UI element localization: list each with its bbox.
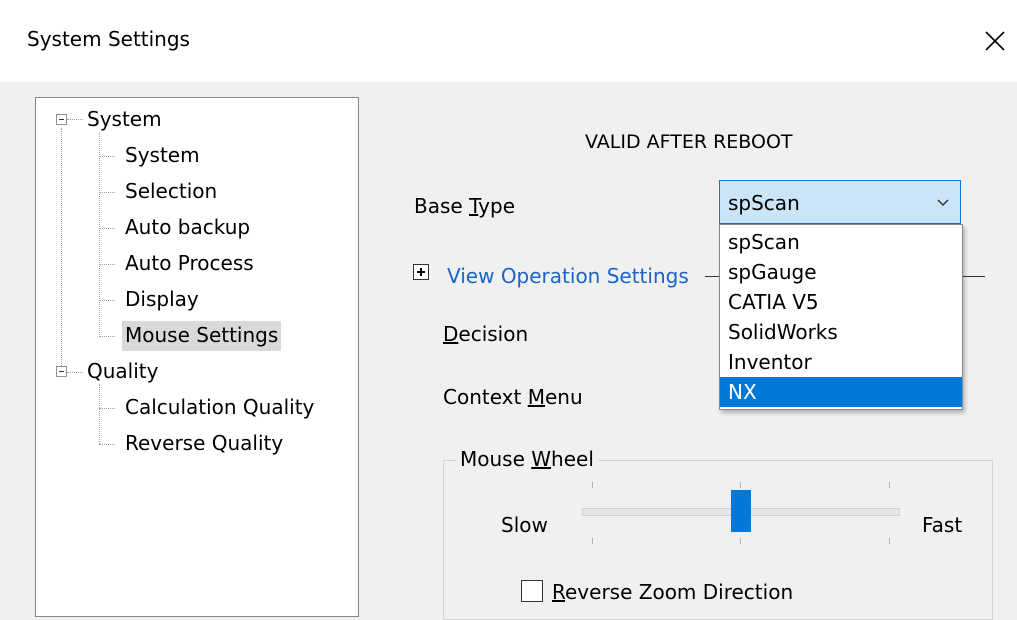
option-spgauge[interactable]: spGauge	[720, 257, 962, 287]
tree-node-system[interactable]: System	[122, 141, 203, 171]
reverse-zoom-checkbox[interactable]	[521, 580, 543, 602]
slider-tick	[889, 538, 890, 544]
base-type-value: spScan	[728, 191, 800, 215]
base-type-label: Base Type	[414, 194, 516, 218]
slider-tick	[889, 482, 890, 488]
section-title: VALID AFTER REBOOT	[585, 131, 793, 153]
option-inventor[interactable]: Inventor	[720, 347, 962, 377]
tree-node-quality-group[interactable]: Quality	[84, 357, 161, 387]
tree-node-auto-process[interactable]: Auto Process	[122, 249, 257, 279]
tree-connector	[99, 228, 115, 229]
mouse-wheel-legend: Mouse Wheel	[456, 447, 598, 471]
chevron-down-icon	[937, 199, 949, 207]
window-title: System Settings	[27, 27, 190, 51]
tree-connector	[61, 128, 62, 372]
close-icon	[985, 31, 1005, 51]
tree-node-system-group[interactable]: System	[84, 105, 165, 135]
option-nx[interactable]: NX	[720, 377, 962, 407]
option-spscan[interactable]: spScan	[720, 227, 962, 257]
tree-connector	[99, 384, 100, 444]
tree-connector	[99, 408, 115, 409]
slider-tick	[740, 538, 741, 544]
tree-connector	[99, 300, 115, 301]
settings-tree[interactable]: System System Selection Auto backup Auto…	[35, 97, 359, 617]
base-type-combobox[interactable]: spScan	[719, 180, 961, 224]
decision-label: Decision	[443, 322, 529, 346]
option-solidworks[interactable]: SolidWorks	[720, 317, 962, 347]
view-operation-settings-link[interactable]: View Operation Settings	[447, 264, 689, 288]
separator-line	[705, 276, 719, 277]
tree-connector	[67, 119, 83, 120]
slider-tick	[592, 482, 593, 488]
tree-node-display[interactable]: Display	[122, 285, 202, 315]
base-type-dropdown-list[interactable]: spScan spGauge CATIA V5 SolidWorks Inven…	[719, 224, 963, 410]
expand-icon[interactable]	[413, 264, 429, 280]
tree-connector	[99, 444, 115, 445]
tree-connector	[67, 372, 83, 373]
tree-connector	[99, 264, 115, 265]
separator-line	[963, 276, 985, 277]
slider-tick	[592, 538, 593, 544]
tree-node-auto-backup[interactable]: Auto backup	[122, 213, 253, 243]
tree-node-calculation-quality[interactable]: Calculation Quality	[122, 393, 317, 423]
slow-label: Slow	[501, 513, 548, 537]
tree-connector	[99, 336, 115, 337]
context-menu-label: Context Menu	[443, 385, 583, 409]
title-bar: System Settings	[0, 0, 1017, 82]
slider-tick	[740, 482, 741, 488]
tree-connector	[99, 156, 115, 157]
tree-connector	[99, 132, 100, 337]
fast-label: Fast	[922, 513, 963, 537]
tree-connector	[99, 192, 115, 193]
tree-node-reverse-quality[interactable]: Reverse Quality	[122, 429, 286, 459]
collapse-quality-icon[interactable]	[56, 366, 67, 377]
collapse-system-icon[interactable]	[56, 114, 67, 125]
close-button[interactable]	[976, 22, 1014, 60]
reverse-zoom-label[interactable]: Reverse Zoom Direction	[552, 580, 793, 604]
option-catia-v5[interactable]: CATIA V5	[720, 287, 962, 317]
mouse-wheel-slider-thumb[interactable]	[730, 490, 751, 532]
tree-node-selection[interactable]: Selection	[122, 177, 220, 207]
tree-node-mouse-settings[interactable]: Mouse Settings	[122, 321, 282, 351]
